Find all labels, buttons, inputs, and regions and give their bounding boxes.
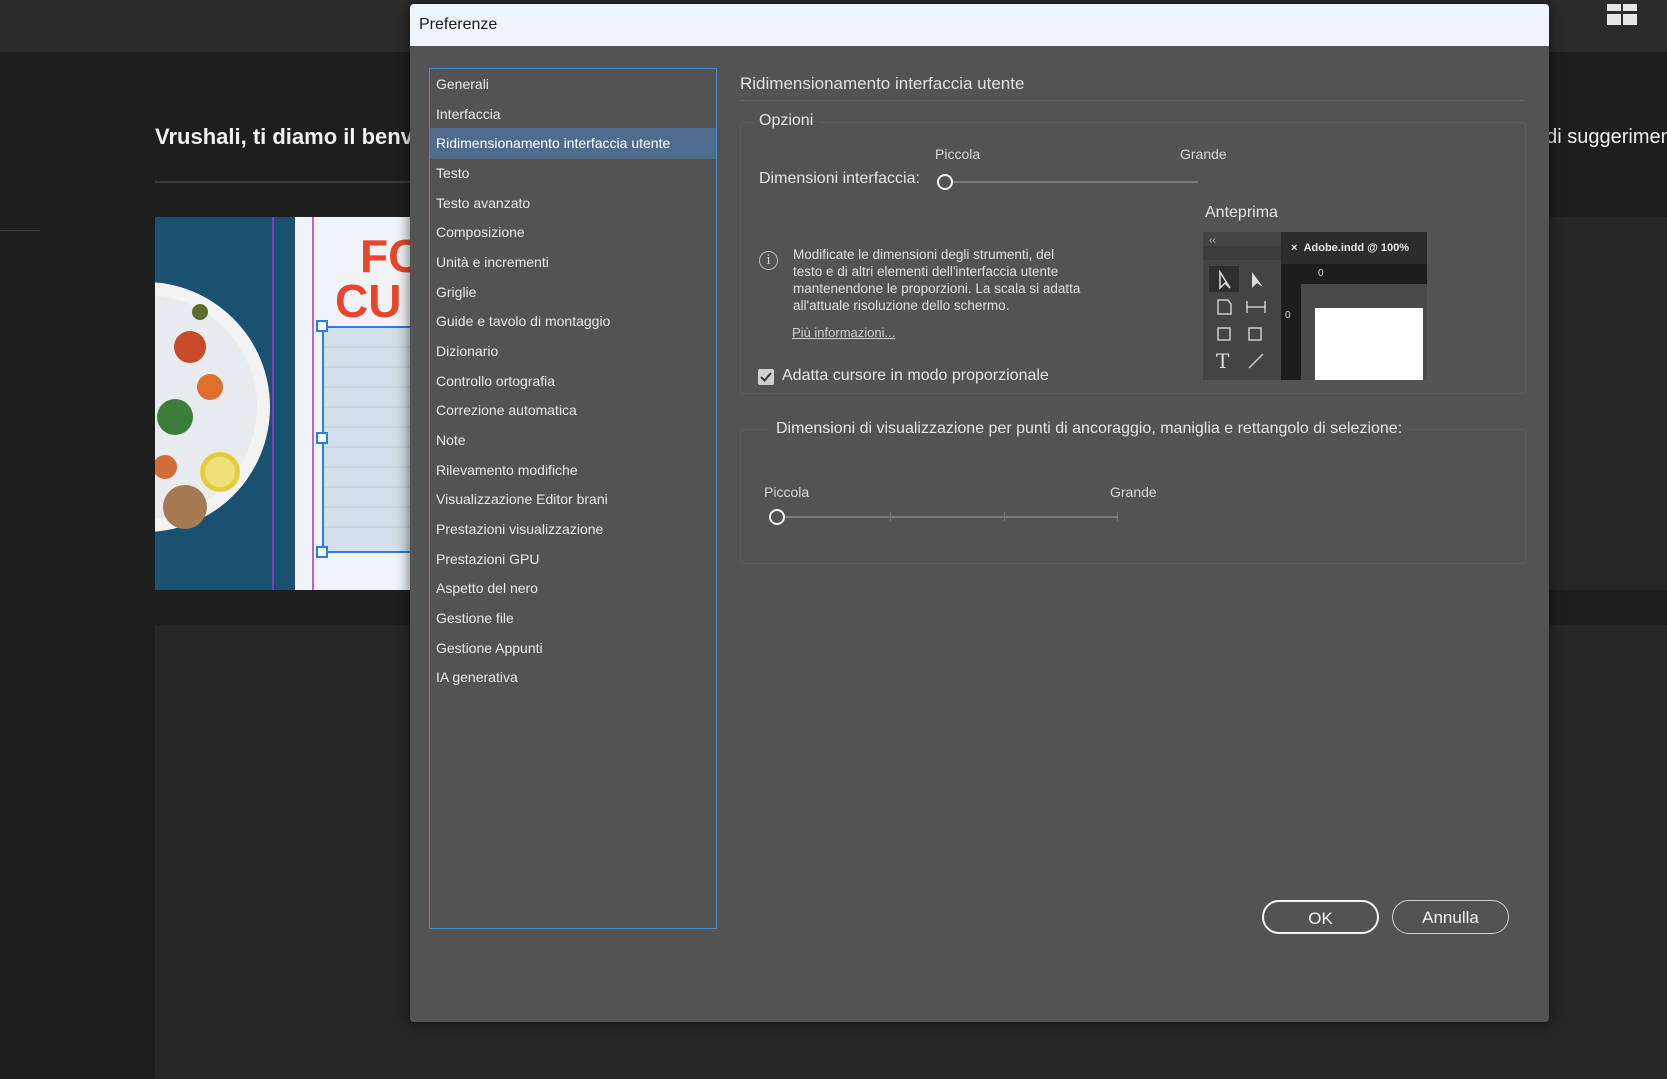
preview-tab-title: Adobe.indd @ 100% [1303, 242, 1410, 254]
interface-size-max-label: Grande [1180, 146, 1227, 162]
category-item-prestazioni-gpu[interactable]: Prestazioni GPU [430, 544, 716, 575]
interface-size-slider-track[interactable] [948, 181, 1198, 183]
category-item-note[interactable]: Note [430, 425, 716, 456]
proportional-cursor-checkbox[interactable] [758, 369, 774, 385]
category-item-ridimensionamento[interactable]: Ridimensionamento interfaccia utente [430, 128, 716, 159]
category-list[interactable]: Generali Interfaccia Ridimensionamento i… [429, 68, 717, 929]
category-item-unita[interactable]: Unità e incrementi [430, 247, 716, 278]
svg-text:T: T [1216, 349, 1230, 373]
category-item-guide[interactable]: Guide e tavolo di montaggio [430, 306, 716, 337]
interface-size-label: Dimensioni interfaccia: [759, 170, 920, 187]
thumbnail-title-2: CU [335, 275, 401, 327]
category-item-aspetto-nero[interactable]: Aspetto del nero [430, 573, 716, 604]
slider-tick [890, 512, 891, 521]
anchor-size-slider-track[interactable] [776, 516, 1117, 518]
category-item-interfaccia[interactable]: Interfaccia [430, 99, 716, 130]
preview-ruler-h-zero: 0 [1318, 268, 1324, 279]
ok-button[interactable]: OK [1262, 900, 1379, 934]
welcome-heading: Vrushali, ti diamo il benve [155, 124, 426, 149]
category-item-prestazioni-visualizzazione[interactable]: Prestazioni visualizzazione [430, 514, 716, 545]
preview-document-tab: × Adobe.indd @ 100% [1291, 242, 1409, 254]
preview-ruler-v-zero: 0 [1285, 310, 1291, 321]
preview-ruler-vertical [1281, 284, 1301, 380]
recent-file-thumbnail[interactable]: FO CU [155, 217, 415, 590]
preview-ruler-horizontal [1281, 264, 1427, 284]
category-item-controllo-ortografia[interactable]: Controllo ortografia [430, 366, 716, 397]
layout-grid-icon[interactable] [1607, 4, 1639, 26]
close-icon: × [1291, 242, 1298, 254]
info-icon: i [759, 251, 778, 270]
category-item-ia-generativa[interactable]: IA generativa [430, 662, 716, 693]
divider [0, 230, 40, 231]
slider-tick [1117, 512, 1118, 521]
preview-collapse-icon: ‹‹ [1209, 235, 1216, 246]
preview-image: ‹‹ T × Adobe.indd @ 100% 0 0 [1203, 232, 1427, 380]
category-item-composizione[interactable]: Composizione [430, 217, 716, 248]
thumbnail-image: FO CU [155, 217, 415, 590]
interface-size-min-label: Piccola [935, 146, 981, 162]
category-item-editor-brani[interactable]: Visualizzazione Editor brani [430, 484, 716, 515]
divider [155, 181, 415, 183]
anchor-size-max-label: Grande [1110, 484, 1157, 500]
proportional-cursor-label: Adatta cursore in modo proporzionale [782, 367, 1049, 384]
cancel-button[interactable]: Annulla [1392, 900, 1509, 934]
checkmark-icon [760, 372, 772, 382]
category-item-testo-avanzato[interactable]: Testo avanzato [430, 188, 716, 219]
category-item-testo[interactable]: Testo [430, 158, 716, 189]
preview-toolbar-header [1203, 246, 1281, 260]
section-title: Ridimensionamento interfaccia utente [740, 74, 1025, 93]
section-divider [740, 100, 1524, 101]
preview-label: Anteprima [1205, 204, 1278, 221]
preferences-dialog: Preferenze Generali Interfaccia Ridimens… [410, 4, 1549, 1022]
category-item-gestione-file[interactable]: Gestione file [430, 603, 716, 634]
anchor-size-min-label: Piccola [764, 484, 810, 500]
category-item-correzione-automatica[interactable]: Correzione automatica [430, 395, 716, 426]
suggestion-card[interactable] [1548, 217, 1667, 590]
category-item-generali[interactable]: Generali [430, 69, 716, 100]
dialog-title: Preferenze [419, 16, 498, 33]
suggestions-heading: ndi suggeriment [1535, 126, 1667, 148]
preview-page [1315, 308, 1423, 380]
interface-size-slider-handle[interactable] [937, 174, 953, 190]
options-group-label: Opzioni [753, 112, 820, 130]
slider-tick [1004, 512, 1005, 521]
anchor-size-slider-handle[interactable] [769, 509, 785, 525]
more-info-link[interactable]: Più informazioni... [792, 325, 895, 340]
dialog-title-bar[interactable]: Preferenze [410, 4, 1549, 46]
category-item-dizionario[interactable]: Dizionario [430, 336, 716, 367]
category-item-gestione-appunti[interactable]: Gestione Appunti [430, 633, 716, 664]
category-item-rilevamento-modifiche[interactable]: Rilevamento modifiche [430, 455, 716, 486]
category-item-griglie[interactable]: Griglie [430, 277, 716, 308]
info-description: Modificate le dimensioni degli strumenti… [793, 247, 1081, 313]
anchor-size-label: Dimensioni di visualizzazione per punti … [770, 420, 1409, 438]
preview-tools-icon: T [1209, 266, 1266, 373]
